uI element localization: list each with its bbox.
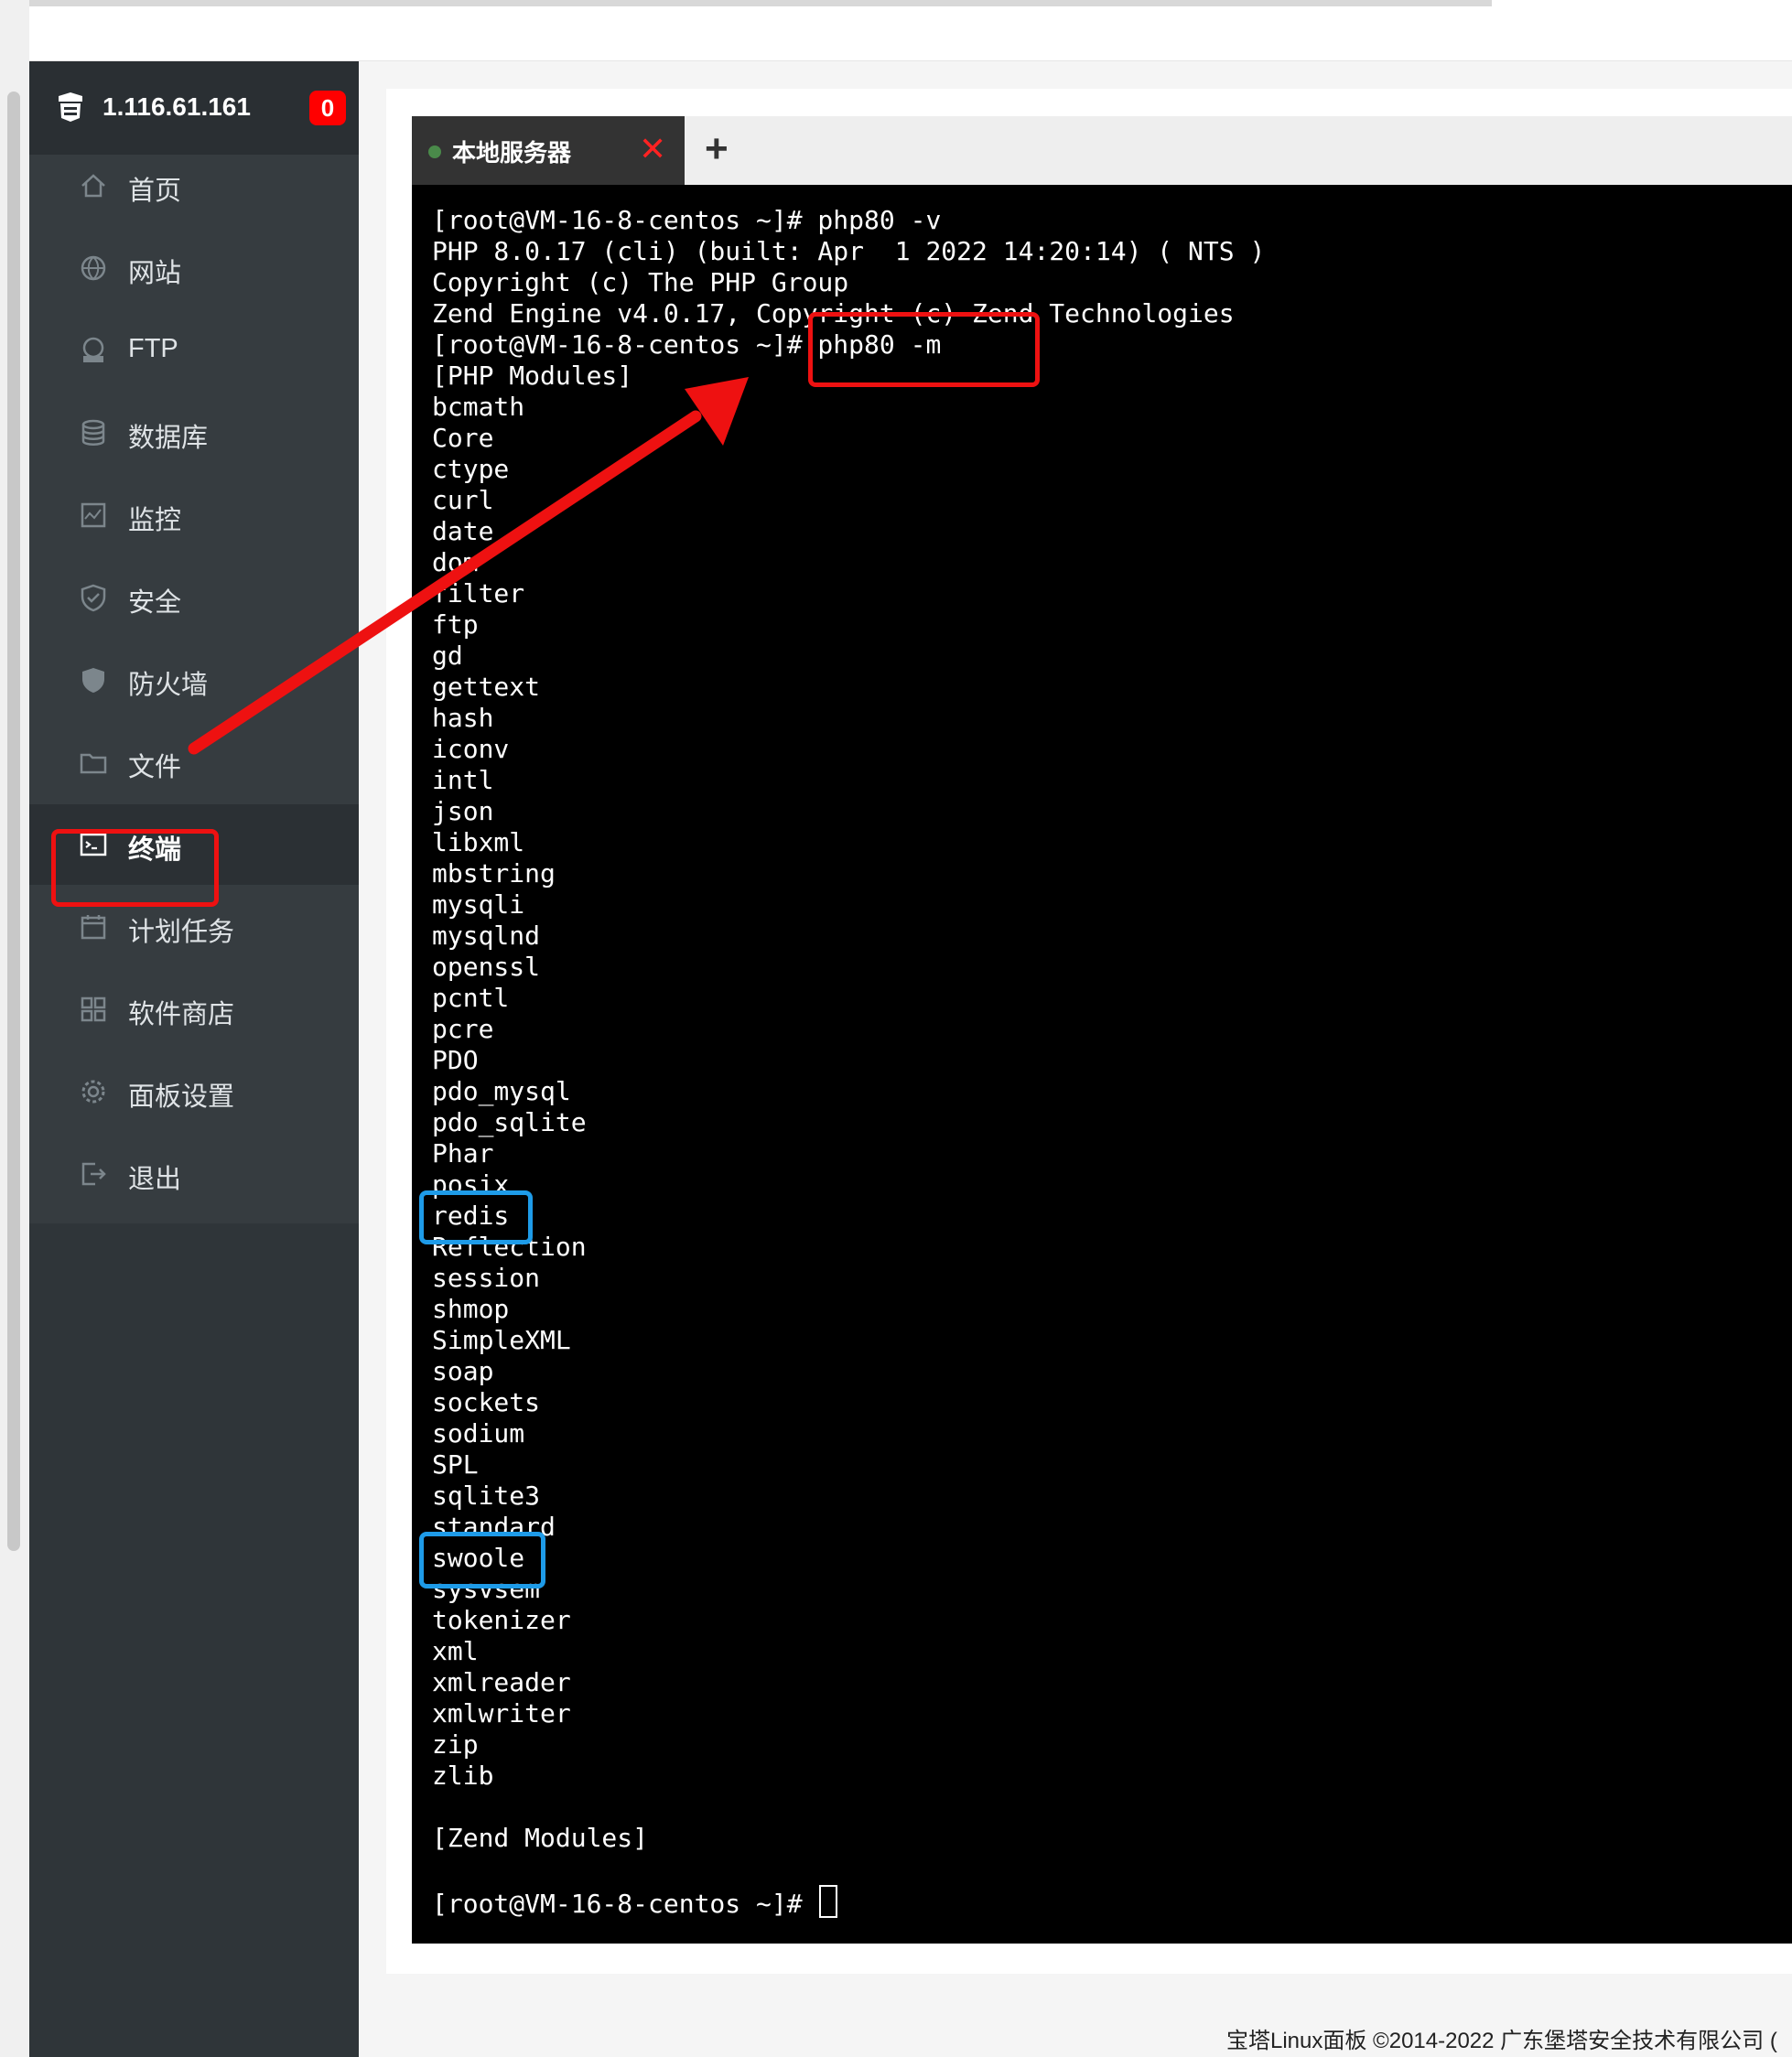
annotation-arrow-icon <box>188 377 749 755</box>
footer-copyright: 宝塔Linux面板 ©2014-2022 广东堡塔安全技术有限公司 ( <box>1226 2029 1777 2053</box>
